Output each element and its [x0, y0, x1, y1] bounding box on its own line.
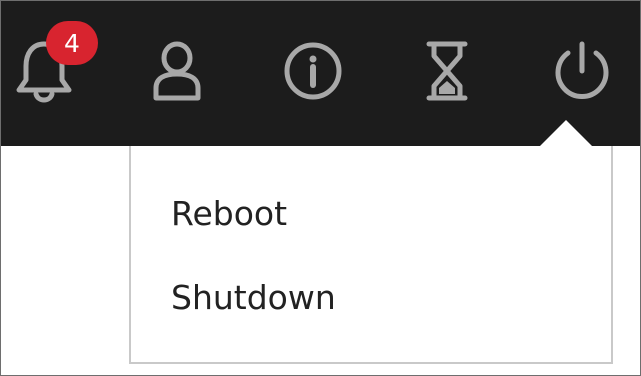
dropdown-caret	[539, 120, 593, 147]
account-button[interactable]	[141, 33, 213, 109]
menu-item-shutdown[interactable]: Shutdown	[171, 278, 336, 318]
app-frame: 4 Reboot Shutdown	[0, 0, 641, 376]
user-icon	[153, 41, 201, 101]
timer-button[interactable]	[411, 33, 483, 109]
menu-item-reboot[interactable]: Reboot	[171, 194, 287, 234]
info-button[interactable]	[277, 33, 349, 109]
hourglass-icon	[426, 41, 468, 101]
info-icon	[284, 42, 342, 100]
power-button[interactable]	[546, 33, 618, 109]
power-icon	[555, 41, 609, 99]
notification-count-badge: 4	[46, 21, 98, 65]
power-menu: Reboot Shutdown	[129, 146, 613, 364]
